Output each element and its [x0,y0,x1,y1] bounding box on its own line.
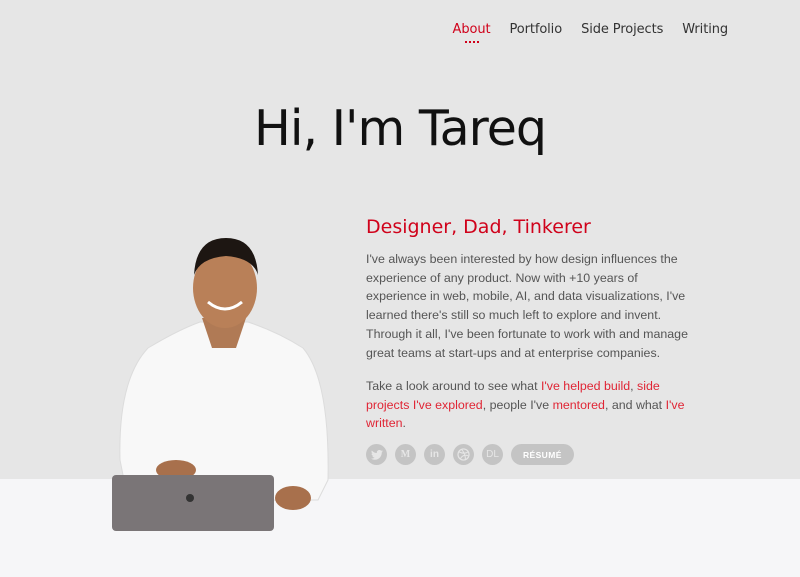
page-title: Hi, I'm Tareq [253,100,547,157]
main-nav: About Portfolio Side Projects Writing [453,22,729,37]
profile-photo [112,238,329,531]
nav-side-projects[interactable]: Side Projects [581,22,663,37]
subtitle: Designer, Dad, Tinkerer [366,216,591,238]
resume-button[interactable]: RÉSUMÉ [511,444,574,465]
cta-paragraph: Take a look around to see what I've help… [366,379,685,431]
link-portfolio[interactable]: I've helped build [541,379,630,393]
shirt-shape [119,321,329,501]
nav-writing[interactable]: Writing [682,22,728,37]
dl-icon[interactable]: DL [482,444,503,465]
nav-about[interactable]: About [453,22,491,37]
linkedin-icon[interactable]: in [424,444,445,465]
medium-icon[interactable]: M [395,444,416,465]
nav-portfolio[interactable]: Portfolio [509,22,562,37]
laptop-shape [112,475,274,531]
twitter-icon[interactable] [366,444,387,465]
social-links: M in DL RÉSUMÉ [366,444,574,465]
link-mentored[interactable]: mentored [553,398,605,412]
dribbble-icon[interactable] [453,444,474,465]
bio-paragraph: I've always been interested by how desig… [366,252,688,360]
